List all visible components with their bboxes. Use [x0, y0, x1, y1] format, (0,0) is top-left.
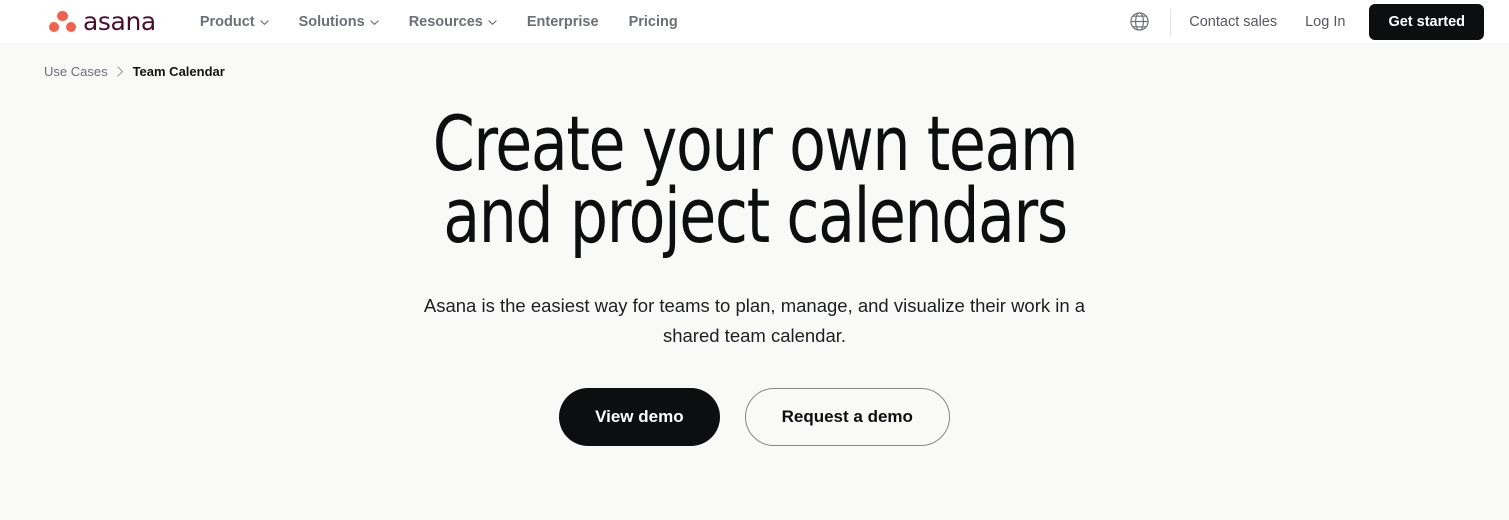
globe-icon[interactable]: [1126, 9, 1152, 35]
asana-dots-icon: [48, 10, 77, 33]
page-title: Create your own team and project calenda…: [420, 106, 1089, 261]
breadcrumb-item-current: Team Calendar: [132, 64, 225, 79]
asana-logo[interactable]: asana: [48, 9, 156, 34]
nav-item-solutions[interactable]: Solutions: [299, 14, 379, 30]
hero-cta-row: View demo Request a demo: [0, 388, 1509, 447]
log-in-link[interactable]: Log In: [1305, 14, 1345, 30]
page-title-line-2: and project calendars: [442, 171, 1068, 261]
breadcrumb: Use Cases Team Calendar: [0, 43, 1509, 79]
chevron-right-icon: [117, 66, 124, 77]
nav-item-enterprise[interactable]: Enterprise: [527, 14, 599, 30]
site-header: asana Product Solutions Resources Enterp…: [0, 0, 1509, 43]
nav-item-pricing[interactable]: Pricing: [629, 14, 678, 30]
view-demo-button[interactable]: View demo: [559, 388, 720, 447]
hero-section: Create your own team and project calenda…: [0, 79, 1509, 447]
asana-wordmark: asana: [83, 7, 156, 36]
nav-item-product[interactable]: Product: [200, 14, 269, 30]
nav-item-label: Product: [199, 13, 255, 30]
nav-item-label: Solutions: [298, 13, 365, 30]
breadcrumb-item-use-cases[interactable]: Use Cases: [44, 64, 108, 79]
chevron-down-icon: [370, 18, 379, 27]
chevron-down-icon: [259, 18, 269, 27]
get-started-button[interactable]: Get started: [1369, 3, 1484, 40]
header-actions: Contact sales Log In Get started: [1126, 3, 1484, 40]
request-demo-button[interactable]: Request a demo: [744, 388, 950, 447]
nav-item-resources[interactable]: Resources: [409, 14, 497, 30]
nav-item-label: Pricing: [628, 13, 678, 30]
header-divider: [1170, 8, 1172, 35]
main-navigation: Product Solutions Resources Enterprise P…: [200, 14, 678, 30]
nav-item-label: Resources: [408, 13, 483, 30]
nav-item-label: Enterprise: [526, 13, 599, 30]
chevron-down-icon: [488, 18, 497, 27]
contact-sales-link[interactable]: Contact sales: [1189, 14, 1277, 30]
hero-subtitle: Asana is the easiest way for teams to pl…: [423, 295, 1086, 347]
